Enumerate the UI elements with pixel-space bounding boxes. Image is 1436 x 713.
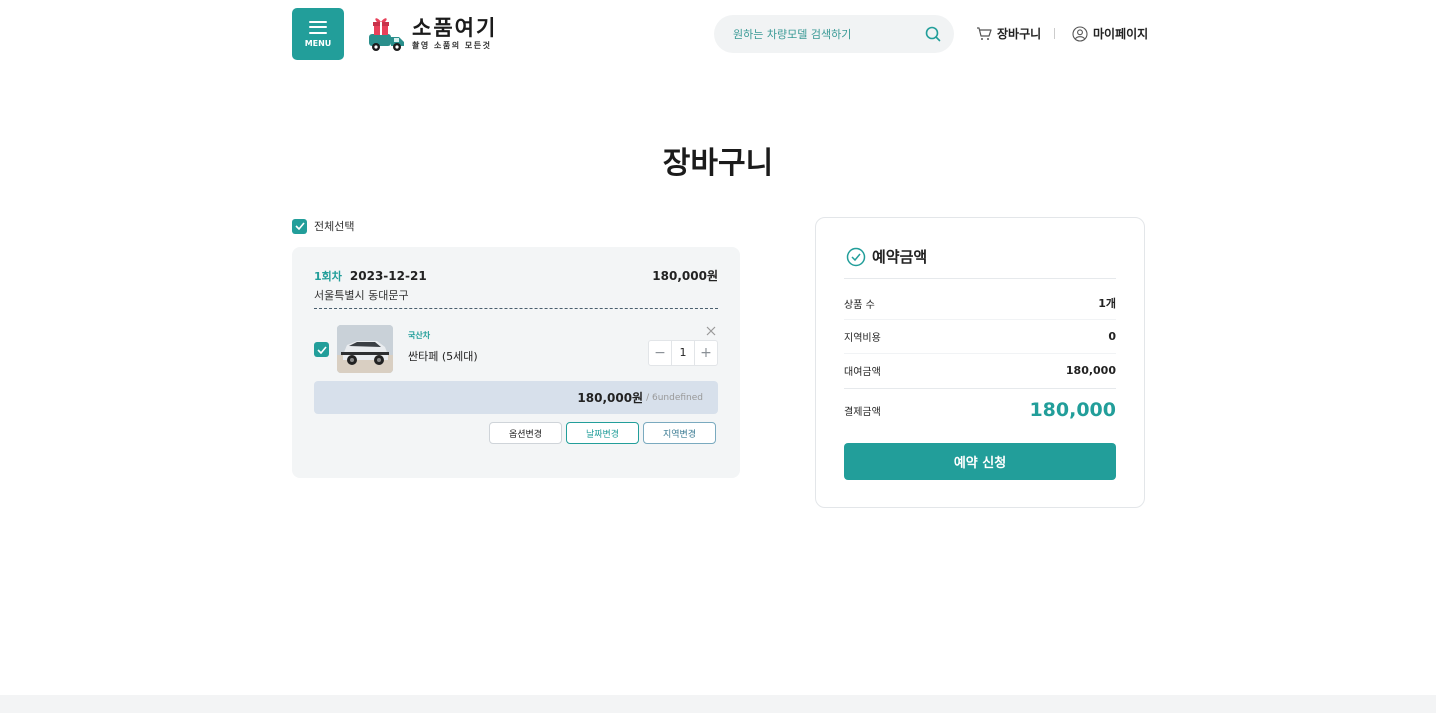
page-title: 장바구니 <box>662 146 774 181</box>
close-icon[interactable] <box>705 325 717 337</box>
header-cart-label: 장바구니 <box>997 27 1042 41</box>
reservation-summary: 예약금액 상품 수 1개 지역비용 0 대여금액 180,000 결제금액 18… <box>815 217 1145 508</box>
checkbox-checked-icon <box>292 218 307 234</box>
summary-divider <box>844 278 1116 279</box>
summary-label: 지역비용 <box>844 333 881 344</box>
quantity-stepper: − 1 + <box>648 340 718 366</box>
menu-button[interactable]: MENU <box>292 8 344 60</box>
item-checkbox[interactable] <box>314 342 329 357</box>
order-header: 1회차 2023-12-21 180,000원 <box>314 267 718 284</box>
summary-divider <box>844 353 1116 354</box>
summary-row-count: 상품 수 1개 <box>844 295 1116 311</box>
user-icon <box>1072 25 1088 42</box>
summary-row-region: 지역비용 0 <box>844 329 1116 344</box>
order-address: 서울특별시 동대문구 <box>314 289 409 302</box>
option-change-button[interactable]: 옵션변경 <box>489 422 562 444</box>
item-price-unit: / 6undefined <box>646 392 703 403</box>
summary-row-rental: 대여금액 180,000 <box>844 363 1116 378</box>
cart-icon <box>977 27 992 40</box>
summary-label: 대여금액 <box>844 367 881 378</box>
logo-subtitle: 촬영 소품의 모든것 <box>412 41 492 50</box>
order-round: 1회차 <box>314 269 342 283</box>
summary-value: 1개 <box>1098 297 1116 310</box>
search-input[interactable] <box>733 27 924 41</box>
summary-value: 0 <box>1108 330 1116 343</box>
quantity-value: 1 <box>671 341 695 365</box>
logo-title: 소품여기 <box>412 16 498 40</box>
item-price: 180,000원 <box>577 391 644 405</box>
item-price-bar: 180,000원 / 6undefined <box>314 381 718 414</box>
select-all-label: 전체선택 <box>314 220 355 233</box>
header-cart-link[interactable]: 장바구니 <box>976 25 1041 42</box>
summary-label: 상품 수 <box>844 299 875 311</box>
menu-label: MENU <box>304 38 332 48</box>
decrement-button[interactable]: − <box>649 341 671 365</box>
dashed-divider <box>314 308 718 309</box>
gift-truck-logo-icon <box>369 18 404 51</box>
summary-divider <box>844 319 1116 320</box>
checkbox-checked-icon <box>316 345 327 354</box>
footer-strip <box>0 695 1436 713</box>
header-mypage-label: 마이페이지 <box>1093 27 1149 41</box>
region-change-button[interactable]: 지역변경 <box>643 422 716 444</box>
search-bar <box>714 15 954 53</box>
header-mypage-link[interactable]: 마이페이지 <box>1072 25 1148 42</box>
item-name: 싼타페 (5세대) <box>408 350 478 363</box>
cart-order-group: 1회차 2023-12-21 180,000원 서울특별시 동대문구 국산차 싼… <box>292 247 740 478</box>
order-total: 180,000원 <box>652 269 718 283</box>
summary-value: 180,000 <box>1065 364 1116 377</box>
date-change-button[interactable]: 날짜변경 <box>566 422 639 444</box>
payment-label: 결제금액 <box>844 406 881 418</box>
check-circle-icon <box>846 247 866 266</box>
item-type: 국산차 <box>408 331 431 340</box>
logo[interactable]: 소품여기 촬영 소품의 모든것 <box>368 14 497 54</box>
reserve-button[interactable]: 예약 신청 <box>844 443 1116 480</box>
item-action-buttons: 옵션변경 날짜변경 지역변경 <box>489 422 716 444</box>
order-date: 2023-12-21 <box>349 268 427 283</box>
summary-title: 예약금액 <box>872 248 928 266</box>
header-divider <box>1054 28 1055 39</box>
increment-button[interactable]: + <box>695 341 717 365</box>
payment-value: 180,000 <box>1029 399 1116 421</box>
summary-row-payment: 결제금액 180,000 <box>844 399 1116 421</box>
search-icon[interactable] <box>924 25 942 43</box>
item-thumbnail <box>337 325 393 373</box>
select-all-checkbox[interactable]: 전체선택 <box>292 218 354 234</box>
summary-divider <box>844 388 1116 389</box>
summary-header: 예약금액 <box>846 246 927 267</box>
hamburger-icon <box>309 20 327 34</box>
car-image <box>337 325 393 373</box>
